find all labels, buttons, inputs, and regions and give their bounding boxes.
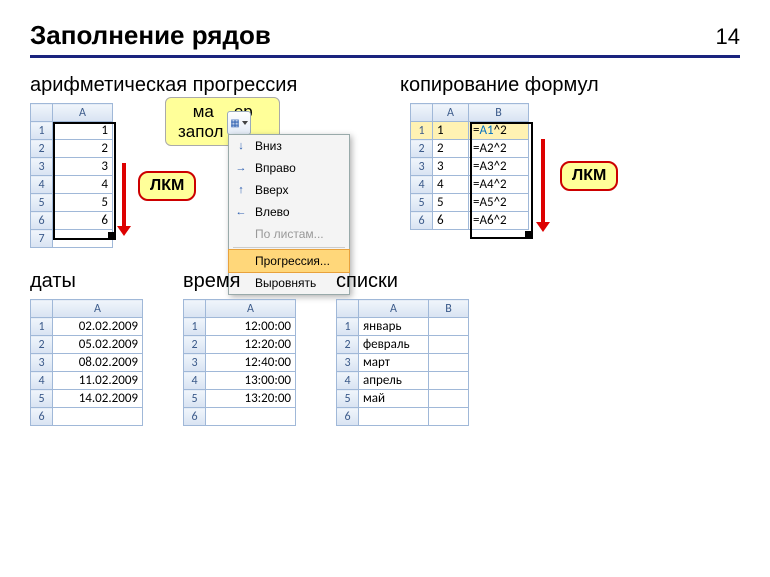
page-number: 14 [716,24,740,50]
arrow-down-icon [541,139,545,224]
fill-button[interactable]: ▦ [227,111,251,135]
menu-item-sheets: По листам... [229,223,349,245]
arrow-down-icon: ↓ [233,138,249,154]
label-time: время [183,270,296,293]
callout-lkm: ЛКМ [560,161,618,191]
grid-arith: A 11 22 33 44 55 66 7 [30,103,113,248]
label-formulas: копирование формул [400,74,720,97]
fill-handle[interactable] [108,232,114,238]
page-title: Заполнение рядов [30,20,271,51]
arrow-left-icon: ← [233,204,249,220]
menu-item-right[interactable]: →Вправо [229,157,349,179]
arrow-down-icon [122,163,126,228]
label-arith: арифметическая прогрессия [30,74,360,97]
fill-handle[interactable] [525,231,531,237]
arrow-up-icon: ↑ [233,182,249,198]
grid-dates: A 102.02.2009 205.02.2009 308.02.2009 41… [30,299,143,426]
grid-time: A 112:00:00 212:20:00 312:40:00 413:00:0… [183,299,296,426]
callout-lkm: ЛКМ [138,171,196,201]
menu-item-down[interactable]: ↓Вниз [229,135,349,157]
label-lists: списки [336,270,469,293]
arrow-right-icon: → [233,160,249,176]
menu-item-up[interactable]: ↑Вверх [229,179,349,201]
fill-icon: ▦ [230,118,239,129]
label-dates: даты [30,270,143,293]
grid-lists: AB 1январь 2февраль 3март 4апрель 5май 6 [336,299,469,426]
grid-formulas: AB 11=A1^2 22=A2^2 33=A3^2 44=A4^2 55=A5… [410,103,529,230]
menu-item-left[interactable]: ←Влево [229,201,349,223]
